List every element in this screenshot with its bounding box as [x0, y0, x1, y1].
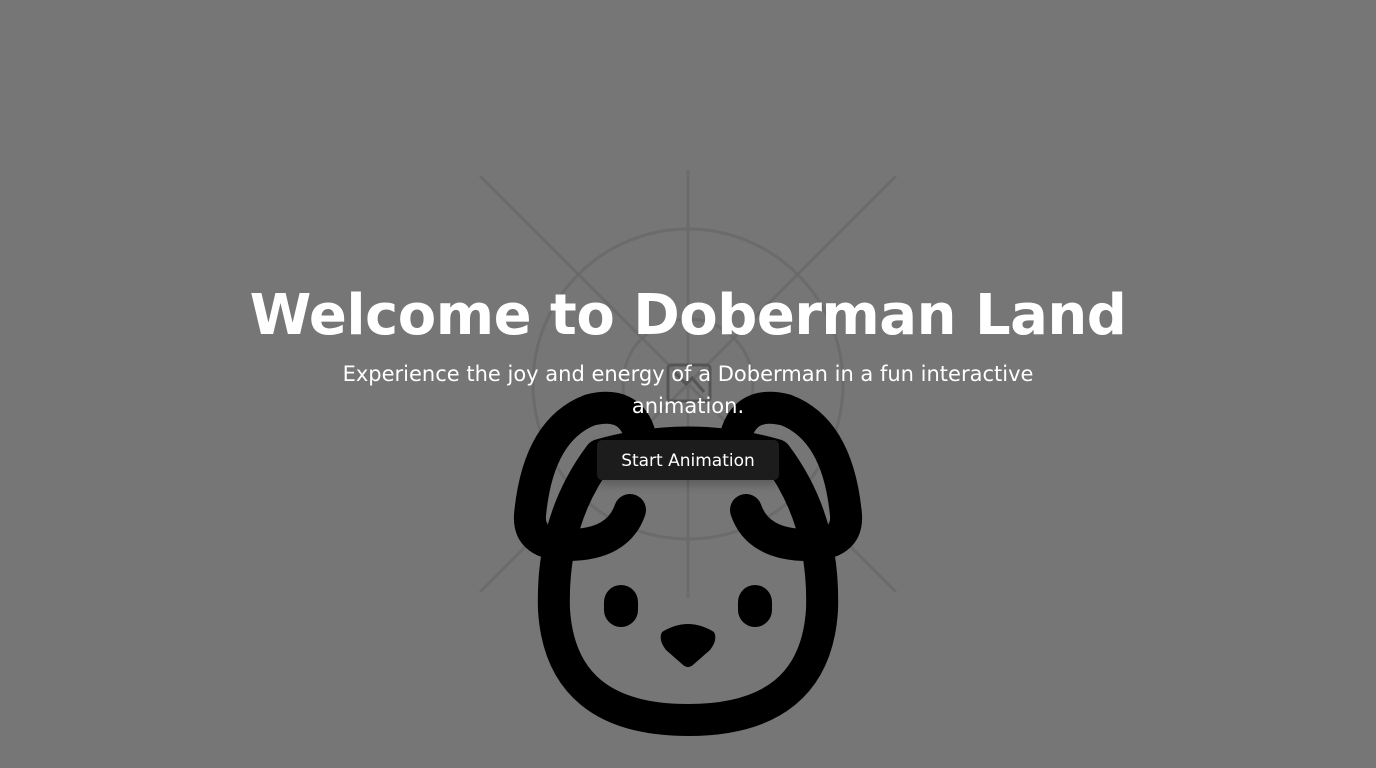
hero-subtitle: Experience the joy and energy of a Dober…	[342, 362, 1034, 418]
hero-section: Welcome to Doberman Land Experience the …	[0, 280, 1376, 480]
landing-page: Welcome to Doberman Land Experience the …	[0, 0, 1376, 768]
page-title: Welcome to Doberman Land	[249, 283, 1127, 348]
start-animation-button[interactable]: Start Animation	[597, 440, 779, 480]
